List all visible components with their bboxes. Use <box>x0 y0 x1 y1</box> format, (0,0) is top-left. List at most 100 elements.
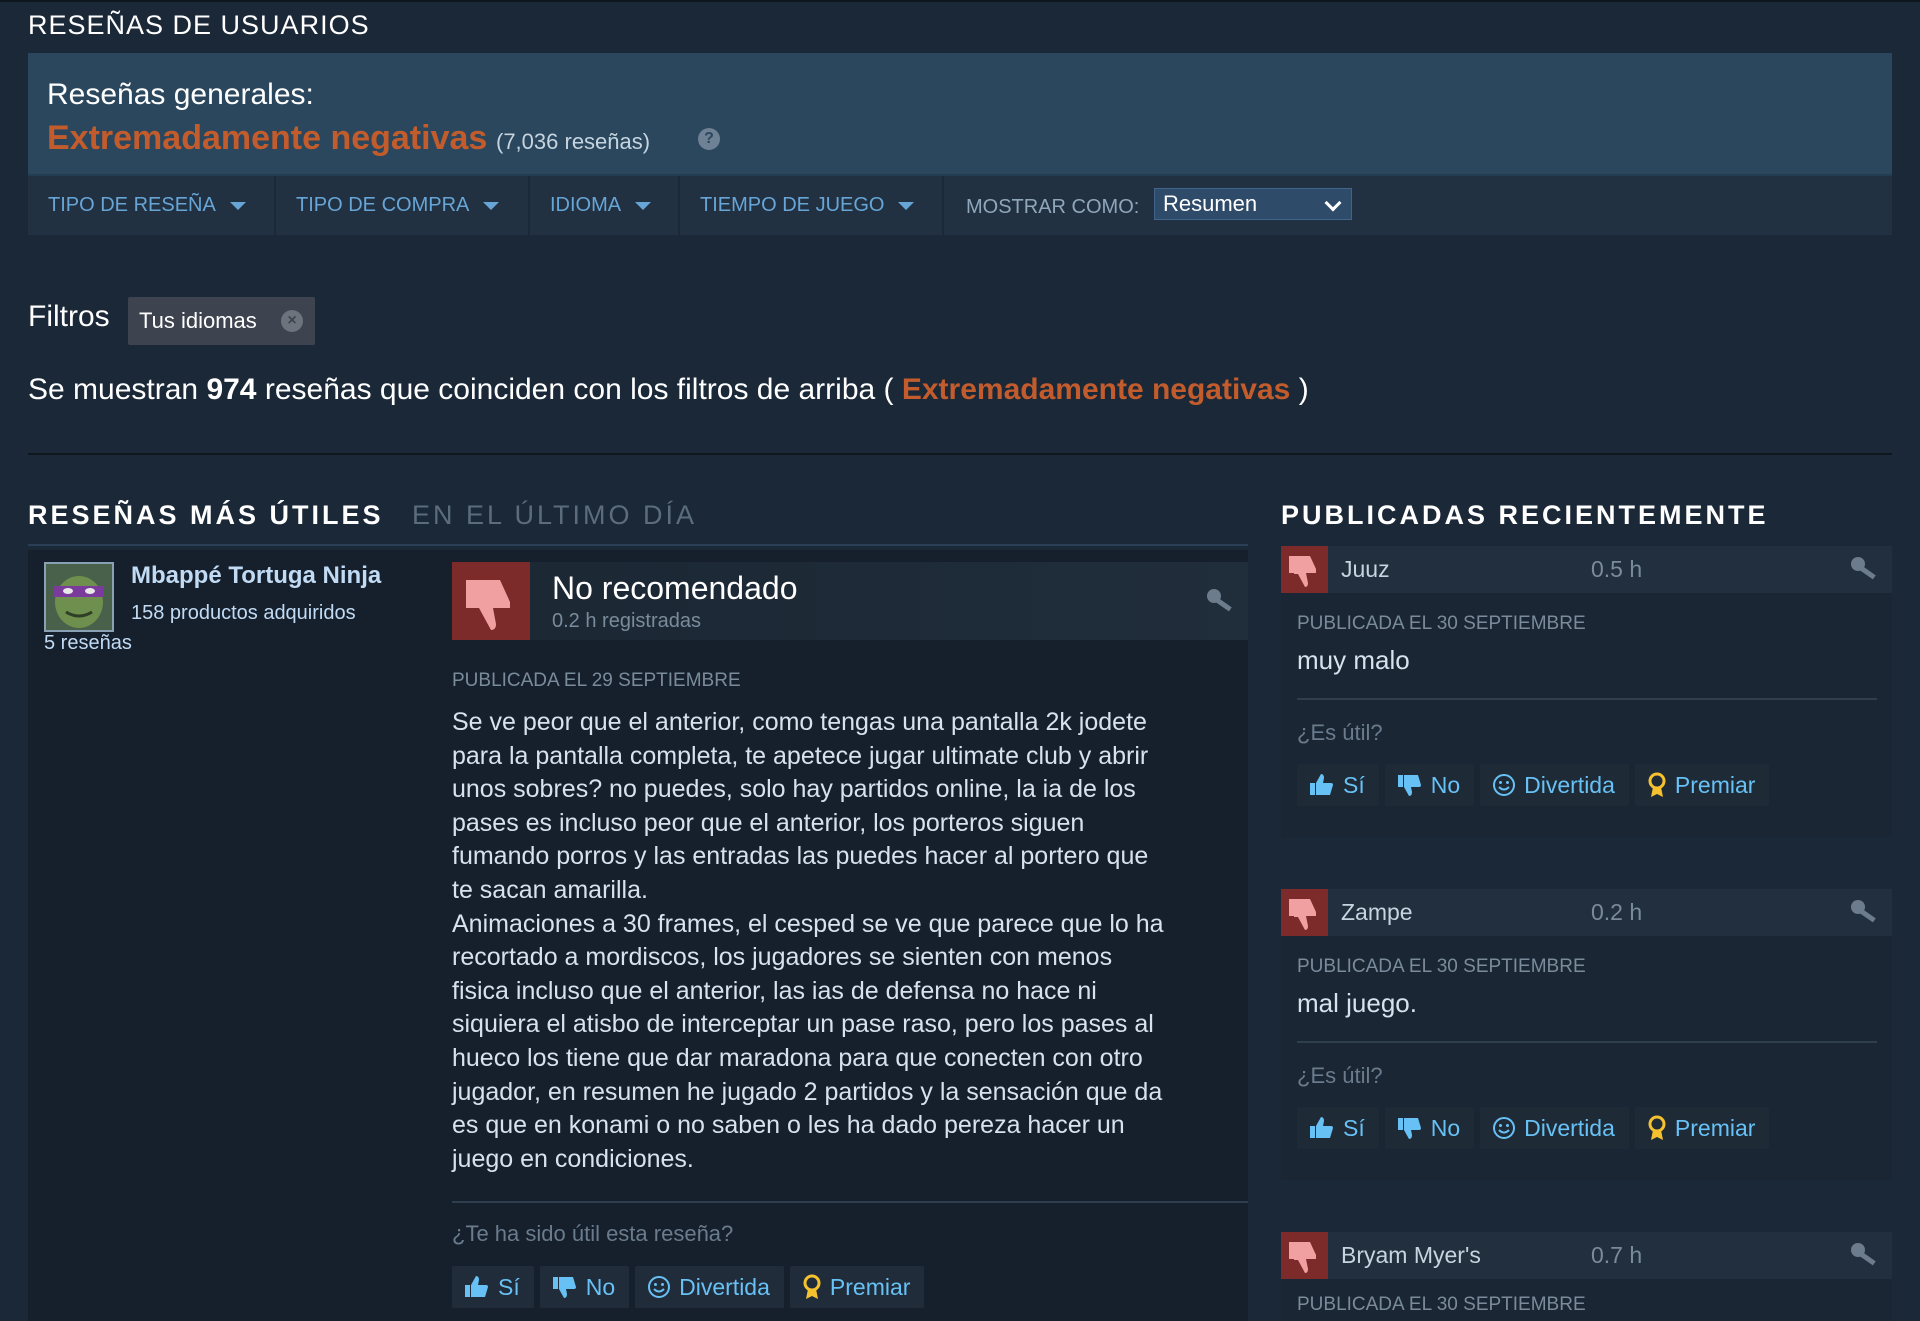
recent-helpful-question: ¿Es útil? <box>1297 1063 1383 1088</box>
verdict-title: No recomendado <box>552 570 798 606</box>
summary-count: (7,036 reseñas) <box>496 129 651 154</box>
key-icon <box>1848 554 1882 589</box>
caret-down-icon <box>635 201 652 210</box>
results-suffix: ) <box>1298 373 1309 406</box>
helpful-question: ¿Te ha sido útil esta reseña? <box>452 1221 734 1246</box>
thumbs-up-icon <box>465 1276 488 1297</box>
vote-buttons: Sí No Divertida Premiar <box>452 1266 925 1308</box>
recent-posted-date: PUBLICADA EL 30 SEPTIEMBRE <box>1297 613 1586 634</box>
thumbs-down-small-icon <box>552 1277 576 1298</box>
vote-yes-button[interactable]: Sí <box>1297 1107 1379 1149</box>
vote-no-label: No <box>1430 1114 1461 1141</box>
language-filter-chip[interactable]: Tus idiomas × <box>128 297 315 345</box>
vote-funny-button[interactable]: Divertida <box>1480 1107 1629 1149</box>
recent-hours: 0.5 h <box>1591 556 1643 582</box>
recent-review-header[interactable]: Bryam Myer's 0.7 h <box>1281 1232 1892 1279</box>
key-icon <box>1848 897 1882 932</box>
award-icon <box>1648 1115 1666 1140</box>
recent-review-card: Zampe 0.2 h PUBLICADA EL 30 SEPTIEMBRE m… <box>1281 889 1892 1180</box>
vote-no-button[interactable]: No <box>1384 1107 1475 1149</box>
recent-review-card: Juuz 0.5 h PUBLICADA EL 30 SEPTIEMBRE mu… <box>1281 546 1892 837</box>
recent-review-text: mal juego. <box>1297 988 1417 1018</box>
review-separator <box>452 1201 1248 1203</box>
caret-down-icon <box>229 201 246 210</box>
vote-yes-label: Sí <box>1343 771 1365 798</box>
recent-review-card: Bryam Myer's 0.7 h PUBLICADA EL 30 SEPTI… <box>1281 1232 1892 1321</box>
thumbs-down-icon <box>1281 1232 1328 1279</box>
review-body: Se ve peor que el anterior, como tengas … <box>452 708 1164 1173</box>
recent-review-header[interactable]: Zampe 0.2 h <box>1281 889 1892 936</box>
chevron-down-icon <box>1324 194 1342 212</box>
results-prefix: Se muestran <box>28 373 199 406</box>
vote-no-label: No <box>585 1273 616 1300</box>
most-helpful-title: RESEÑAS MÁS ÚTILES <box>28 500 384 530</box>
award-button[interactable]: Premiar <box>789 1266 925 1308</box>
author-name[interactable]: Mbappé Tortuga Ninja <box>131 562 381 590</box>
results-summary: Se muestran 974 reseñas que coinciden co… <box>28 373 1309 407</box>
most-helpful-period[interactable]: EN EL ÚLTIMO DÍA <box>412 500 697 531</box>
vote-funny-button[interactable]: Divertida <box>635 1266 784 1308</box>
recent-posted-date: PUBLICADA EL 30 SEPTIEMBRE <box>1297 1294 1586 1315</box>
award-button[interactable]: Premiar <box>1634 764 1770 806</box>
smiley-icon <box>1493 1117 1516 1139</box>
vote-no-button[interactable]: No <box>539 1266 630 1308</box>
section-underline <box>28 544 1248 546</box>
avatar[interactable] <box>44 562 114 632</box>
results-middle: reseñas que coinciden con los filtros de… <box>264 373 894 406</box>
recent-review-header[interactable]: Juuz 0.5 h <box>1281 546 1892 593</box>
vote-funny-label: Divertida <box>1524 771 1615 798</box>
thumbs-up-icon <box>1310 774 1333 795</box>
purchase-type-dropdown[interactable]: TIPO DE COMPRA <box>276 176 530 235</box>
summary-rating: Extremadamente negativas <box>47 119 488 157</box>
recent-hours: 0.2 h <box>1591 899 1643 925</box>
vote-yes-button[interactable]: Sí <box>452 1266 534 1308</box>
review-verdict-header[interactable]: No recomendado 0.2 h registradas <box>452 562 1248 640</box>
author-reviews[interactable]: 5 reseñas <box>44 632 132 655</box>
recent-author[interactable]: Zampe <box>1341 899 1413 926</box>
language-dropdown[interactable]: IDIOMA <box>530 176 680 235</box>
recent-review-text: muy malo <box>1297 645 1410 675</box>
close-icon[interactable]: × <box>281 310 303 332</box>
vote-no-button[interactable]: No <box>1384 764 1475 806</box>
author-products[interactable]: 158 productos adquiridos <box>131 602 356 625</box>
smiley-icon <box>1493 774 1516 796</box>
divider <box>28 453 1892 455</box>
thumbs-down-icon <box>1281 546 1328 593</box>
filters-label: Filtros <box>28 300 110 333</box>
posted-date: PUBLICADA EL 29 SEPTIEMBRE <box>452 670 741 691</box>
key-icon <box>1204 586 1238 621</box>
award-button[interactable]: Premiar <box>1634 1107 1770 1149</box>
caret-down-icon <box>483 201 500 210</box>
overall-summary: Reseñas generales: Extremadamente negati… <box>28 53 1892 176</box>
award-label: Premiar <box>1674 771 1756 798</box>
reviews-page: RESEÑAS DE USUARIOS Reseñas generales: E… <box>0 0 1920 1321</box>
vote-funny-button[interactable]: Divertida <box>1480 764 1629 806</box>
vote-yes-label: Sí <box>498 1273 520 1300</box>
playtime-label: TIEMPO DE JUEGO <box>700 194 885 216</box>
vote-funny-label: Divertida <box>1524 1114 1615 1141</box>
language-label: IDIOMA <box>550 194 622 216</box>
recent-author[interactable]: Bryam Myer's <box>1341 1242 1481 1269</box>
show-as-select[interactable]: Resumen <box>1154 188 1352 220</box>
filter-bar: TIPO DE RESEÑA TIPO DE COMPRA IDIOMA TIE… <box>28 176 1892 235</box>
review-card: Mbappé Tortuga Ninja 158 productos adqui… <box>28 550 1248 1321</box>
help-icon[interactable]: ? <box>698 128 720 150</box>
caret-down-icon <box>898 201 915 210</box>
award-label: Premiar <box>829 1273 911 1300</box>
filter-chip-label: Tus idiomas <box>139 308 257 333</box>
show-as-value: Resumen <box>1163 191 1258 216</box>
vote-no-label: No <box>1430 771 1461 798</box>
recent-vote-buttons: Sí No Divertida Premiar <box>1297 764 1770 806</box>
vote-yes-button[interactable]: Sí <box>1297 764 1379 806</box>
thumbs-down-icon <box>1281 889 1328 936</box>
recent-posted-date: PUBLICADA EL 30 SEPTIEMBRE <box>1297 956 1586 977</box>
review-type-dropdown[interactable]: TIPO DE RESEÑA <box>28 176 276 235</box>
recent-vote-buttons: Sí No Divertida Premiar <box>1297 1107 1770 1149</box>
summary-label: Reseñas generales: <box>47 78 314 111</box>
thumbs-down-small-icon <box>1397 1118 1421 1139</box>
award-label: Premiar <box>1674 1114 1756 1141</box>
results-rating: Extremadamente negativas <box>901 373 1291 406</box>
recent-author[interactable]: Juuz <box>1341 556 1390 583</box>
playtime-dropdown[interactable]: TIEMPO DE JUEGO <box>680 176 944 235</box>
vote-funny-label: Divertida <box>679 1273 770 1300</box>
